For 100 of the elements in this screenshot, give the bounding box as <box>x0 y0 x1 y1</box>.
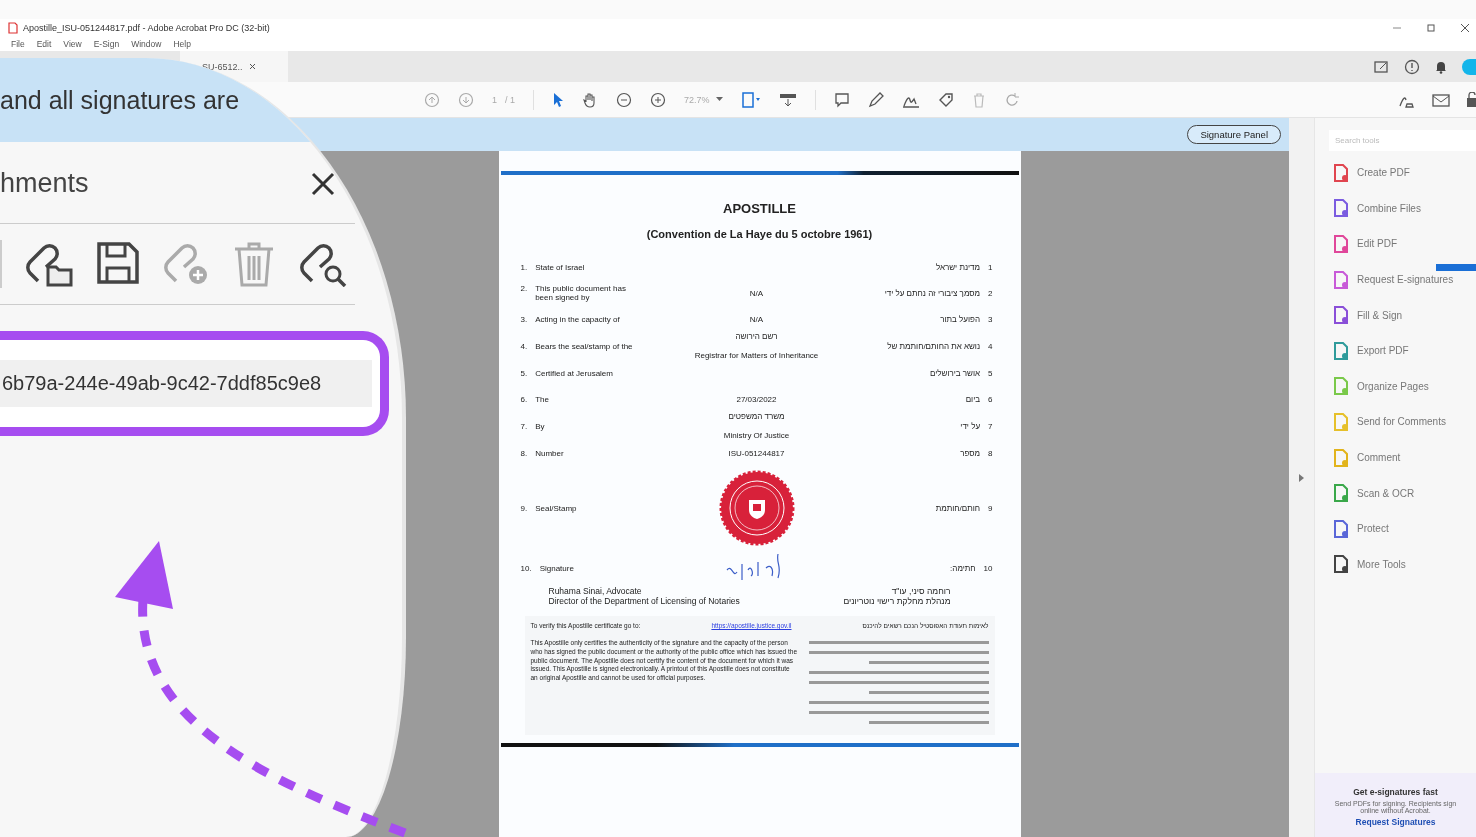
lock-icon[interactable] <box>1466 91 1476 108</box>
tool-item[interactable]: Scan & OCR <box>1315 475 1476 511</box>
seal-stamp-icon <box>718 470 795 546</box>
tool-item[interactable]: More Tools <box>1315 546 1476 583</box>
field-label: By <box>535 421 545 431</box>
tool-item[interactable]: Request E-signatures <box>1315 261 1476 298</box>
field-label: מספר <box>960 448 981 458</box>
page-fit-icon[interactable] <box>740 91 761 108</box>
tool-item[interactable]: Combine Files <box>1315 190 1476 227</box>
field-label: Signature <box>539 563 574 573</box>
tool-item[interactable]: Create PDF <box>1315 155 1476 191</box>
save-icon[interactable] <box>96 241 140 287</box>
field-value: Ministry Of Justice <box>723 431 790 440</box>
close-icon[interactable] <box>1460 23 1470 33</box>
field-value: 27/03/2022 <box>736 394 777 404</box>
menu-item[interactable]: File <box>11 39 25 49</box>
field-number: 1. <box>520 262 528 272</box>
signer-text: Director of the Department of Licensing of Notaries <box>548 596 740 606</box>
field-number: 3 <box>988 314 993 324</box>
page-count: / 1 <box>505 94 516 105</box>
field-number: 8 <box>988 448 993 458</box>
tool-item[interactable]: Send for Comments <box>1315 404 1476 440</box>
field-number: 6. <box>520 394 528 404</box>
signature-panel-button[interactable]: Signature Panel <box>1187 125 1281 144</box>
tool-item[interactable]: Comment <box>1315 439 1476 476</box>
pen-icon[interactable] <box>867 91 884 108</box>
tag-icon[interactable] <box>937 91 954 108</box>
menu-item[interactable]: Edit <box>36 39 52 49</box>
zoom-out-icon[interactable] <box>616 91 633 108</box>
close-icon[interactable] <box>248 63 256 70</box>
field-label: מסמך ציבורי זה נחתם על ידי <box>884 288 981 298</box>
field-number: 4 <box>988 341 993 351</box>
help-icon[interactable] <box>1404 58 1420 75</box>
search-field[interactable]: Search tools <box>1329 130 1476 151</box>
share-screen-icon[interactable] <box>1374 59 1390 74</box>
field-number: 2 <box>988 288 993 298</box>
caret-icon <box>715 97 723 102</box>
field-label: חתימה: <box>950 563 976 573</box>
field-number: 7 <box>988 421 993 431</box>
field-number: 3. <box>520 314 528 324</box>
field-label: מדינת ישראל <box>935 262 981 272</box>
field-label: הפועל בתור <box>940 314 981 324</box>
promo-link[interactable]: Request Signatures <box>1355 817 1436 827</box>
page-number-field[interactable]: 1 <box>492 94 497 105</box>
scroll-mode-icon[interactable] <box>778 91 797 108</box>
field-value: N/A <box>749 314 764 324</box>
tool-item[interactable]: Fill & Sign <box>1315 297 1476 333</box>
zoom-in-icon[interactable] <box>650 91 667 108</box>
field-number: 9 <box>988 503 993 513</box>
banner-text: and all signatures are <box>0 85 240 115</box>
mail-icon[interactable] <box>1432 92 1450 107</box>
paperclip-add-icon[interactable] <box>162 241 210 287</box>
pointer-icon[interactable] <box>552 91 565 108</box>
field-number: 4. <box>520 341 528 351</box>
window-title: Apostille_ISU-051244817.pdf - Adobe Acrobat Pro DC (32-bit) <box>23 23 271 33</box>
field-number: 7. <box>520 421 528 431</box>
tool-item[interactable]: Edit PDF <box>1315 226 1476 262</box>
expand-icon[interactable] <box>1299 473 1304 482</box>
field-label: State of Israel <box>535 262 585 272</box>
menu-item[interactable]: E-Sign <box>93 39 120 49</box>
field-value: Registrar for Matters of Inheritance <box>694 351 819 360</box>
field-label: נושא את החותם/חותמת של <box>887 341 981 351</box>
field-label: Acting in the capacity of <box>535 314 620 324</box>
field-number: 6 <box>988 394 993 404</box>
field-value: רשם הירושה <box>735 332 778 341</box>
pdf-file-icon <box>8 22 18 34</box>
field-number: 2. <box>520 284 528 293</box>
field-label: Bears the seal/stamp of the <box>535 341 633 351</box>
field-label: Certified at Jerusalem <box>535 368 613 378</box>
signer-text: מנהלת מחלקת רישוי נוטריונים <box>843 596 951 606</box>
field-number: 5 <box>988 368 993 378</box>
field-label: The <box>535 394 549 404</box>
attachment-row[interactable]: 6b79a-244e-49ab-9c42-7ddf85c9e8 <box>0 360 372 407</box>
bell-icon[interactable] <box>1434 59 1448 74</box>
field-number: 9. <box>520 503 528 513</box>
tool-item[interactable]: Export PDF <box>1315 332 1476 369</box>
field-value: ISU-051244817 <box>728 448 785 458</box>
field-value: N/A <box>749 288 764 298</box>
promo-title: Get e-signatures fast <box>1353 787 1438 797</box>
field-label: ביום <box>965 394 981 404</box>
comment-icon[interactable] <box>833 91 850 108</box>
field-label: This public document has been signed by <box>535 284 627 302</box>
field-number: 10. <box>520 563 532 573</box>
field-label: חותם/חותמת <box>935 503 981 513</box>
paperclip-folder-icon[interactable] <box>24 241 74 287</box>
restore-icon[interactable] <box>1426 23 1436 33</box>
zoom-dropdown[interactable]: 72.7% <box>684 94 710 105</box>
field-number: 8. <box>520 448 528 458</box>
field-number: 1 <box>988 262 993 272</box>
menu-item[interactable]: Help <box>173 39 191 49</box>
document-subtitle: (Convention de La Haye du 5 octobre 1961) <box>645 228 874 240</box>
field-value: משרד המשפטים <box>728 412 785 421</box>
paperclip-search-icon[interactable] <box>298 241 348 287</box>
menu-item[interactable]: Window <box>131 39 162 49</box>
close-icon[interactable] <box>310 170 336 197</box>
menu-item[interactable]: View <box>63 39 82 49</box>
field-label: Seal/Stamp <box>535 503 577 513</box>
tool-item[interactable]: Organize Pages <box>1315 368 1476 405</box>
field-label: על ידי <box>960 421 981 431</box>
tool-item[interactable]: Protect <box>1315 510 1476 547</box>
